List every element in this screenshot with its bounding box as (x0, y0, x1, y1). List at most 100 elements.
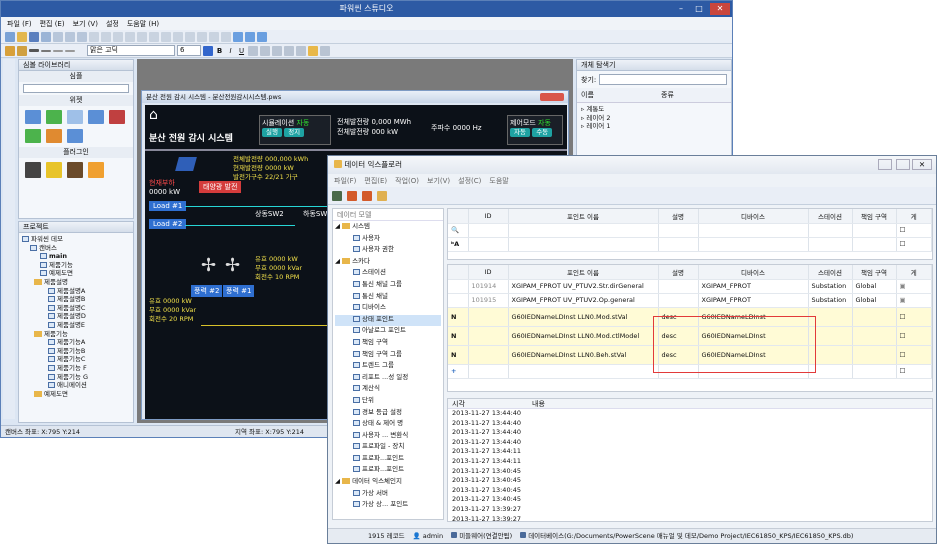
model-node[interactable]: 계산식 (362, 384, 380, 392)
new-icon[interactable] (5, 31, 15, 42)
add-row-icon[interactable]: + (448, 364, 469, 379)
model-node[interactable]: 통신 채널 (362, 292, 388, 300)
model-node[interactable]: 책임 구역 (362, 338, 388, 346)
import-icon[interactable] (347, 190, 357, 201)
model-node[interactable]: 프로파...포인트 (362, 454, 404, 462)
minimize-button[interactable]: – (672, 3, 690, 15)
tree-item[interactable]: 제품기능 G (57, 373, 88, 381)
tree-item[interactable]: 제품기능 F (57, 364, 87, 372)
menu-settings[interactable]: 설정 (106, 19, 119, 29)
simple-select[interactable] (23, 84, 129, 93)
load1-button[interactable]: Load #1 (149, 201, 187, 211)
tree-item[interactable]: 제품기능 (44, 330, 68, 338)
line-style-icon[interactable] (29, 49, 39, 52)
document-close-button[interactable] (540, 93, 564, 101)
table-row[interactable]: 101915 XGIPAM_FPROT UV_PTUV2.Op.general XG… (448, 293, 932, 308)
model-node[interactable]: 프로파일 - 장치 (362, 442, 404, 450)
widget-label-icon[interactable] (88, 110, 104, 124)
bold-icon[interactable]: B (215, 47, 224, 55)
tree-item[interactable]: 제품기능A (57, 338, 85, 346)
tree-item[interactable]: 제품설명E (57, 321, 85, 329)
model-node[interactable]: 리포트 ...성 일정 (362, 373, 408, 381)
model-node-selected[interactable]: 상태 포인트 (362, 315, 394, 323)
grid-icon[interactable] (149, 31, 159, 42)
tree-item[interactable]: 예제도면 (49, 269, 73, 277)
font-name-select[interactable]: 맑은 고딕 (87, 45, 175, 56)
table-row[interactable]: 101914 XGIPAM_FPROT UV_PTUV2.Str.dirGener… (448, 279, 932, 294)
filter-cell[interactable] (508, 223, 659, 238)
menu-view[interactable]: 보기 (V) (73, 19, 98, 29)
widget-calendar-icon[interactable] (67, 129, 83, 143)
zoom-icon[interactable] (173, 31, 183, 42)
tree-item[interactable]: 예제도면 (44, 390, 68, 398)
dash-icon[interactable] (53, 49, 63, 52)
model-node[interactable]: 스테이션 (362, 268, 386, 276)
model-node[interactable]: 사용자 (362, 234, 380, 242)
line-color-icon[interactable] (17, 45, 27, 56)
explorer-menu-view[interactable]: 보기(V) (427, 176, 450, 186)
menu-file[interactable]: 파일 (F) (7, 19, 32, 29)
filter-cell[interactable] (808, 237, 853, 252)
section-simple[interactable]: 심플 (19, 71, 133, 82)
run-button[interactable]: 실행 (262, 128, 282, 137)
font-grow-icon[interactable] (284, 45, 294, 56)
order-icon[interactable] (137, 31, 147, 42)
undo-icon[interactable] (89, 31, 99, 42)
arrow-icon[interactable] (65, 49, 75, 52)
model-node[interactable]: 아날로그 포인트 (362, 326, 406, 334)
special-char-icon[interactable] (320, 45, 330, 56)
tree-item[interactable]: 제품설명B (57, 295, 85, 303)
filter-cell[interactable] (658, 237, 699, 252)
menu-edit[interactable]: 편집 (E) (40, 19, 65, 29)
widget-textbox-icon[interactable] (25, 110, 41, 124)
widget-clock-icon[interactable] (46, 129, 62, 143)
print-icon[interactable] (41, 31, 51, 42)
col-area[interactable]: 책임 구역 (852, 265, 897, 280)
filter-cell[interactable] (468, 223, 509, 238)
tree-item[interactable]: 제품기능C (57, 355, 85, 363)
col-device[interactable]: 디바이스 (698, 265, 809, 280)
explorer-maximize-button[interactable] (896, 159, 910, 170)
folder-icon[interactable] (377, 190, 387, 201)
col-more[interactable]: 게 (896, 265, 932, 280)
plugin-trend-icon[interactable] (25, 162, 41, 178)
filter-cell[interactable] (852, 237, 897, 252)
filter-checkbox[interactable]: ☐ (896, 223, 932, 238)
plugin-alarm-icon[interactable] (46, 162, 62, 178)
maximize-button[interactable]: □ (690, 3, 708, 15)
window-icon[interactable] (257, 31, 267, 42)
tree-item[interactable]: 파워씬 데모 (31, 235, 63, 243)
tree-item[interactable]: main (49, 252, 67, 260)
explorer-menu-edit[interactable]: 편집(E) (364, 176, 387, 186)
model-node[interactable]: 사용자 권한 (362, 245, 394, 253)
tree-item[interactable]: 제품기능 (49, 261, 73, 269)
model-node[interactable]: 데이터 익스체인지 (352, 477, 402, 485)
tree-item[interactable]: 제품설명A (57, 287, 85, 295)
object-item[interactable]: ▹ 계통도 (581, 105, 727, 114)
plugin-chart-icon[interactable] (67, 162, 83, 178)
explorer-menu-help[interactable]: 도움말 (489, 176, 508, 186)
italic-icon[interactable]: I (226, 47, 235, 55)
section-plugin[interactable]: 플러그인 (19, 147, 133, 158)
group-icon[interactable] (125, 31, 135, 42)
filter-checkbox[interactable]: ☐ (896, 237, 932, 252)
close-button[interactable]: ✕ (710, 3, 730, 15)
cut-icon[interactable] (53, 31, 63, 42)
align-right-icon[interactable] (272, 45, 282, 56)
redo-icon[interactable] (101, 31, 111, 42)
layer-icon[interactable] (185, 31, 195, 42)
paste-icon[interactable] (77, 31, 87, 42)
open-icon[interactable] (17, 31, 27, 42)
model-node[interactable]: 디바이스 (362, 303, 386, 311)
explorer-close-button[interactable]: ✕ (912, 159, 932, 170)
tree-item[interactable]: 애니메이션 (57, 381, 87, 389)
wind1-button[interactable]: 풍력 #1 (223, 285, 255, 297)
col-point-name[interactable]: 포인트 이름 (508, 265, 659, 280)
debug-icon[interactable] (245, 31, 255, 42)
menu-help[interactable]: 도움말 (H) (127, 19, 159, 29)
lock-icon[interactable] (221, 31, 231, 42)
object-item[interactable]: ▹ 레이어 1 (581, 122, 727, 131)
filter-cell[interactable] (852, 223, 897, 238)
find-replace-icon[interactable]: ᵇA (448, 237, 469, 252)
filter-cell[interactable] (468, 237, 509, 252)
